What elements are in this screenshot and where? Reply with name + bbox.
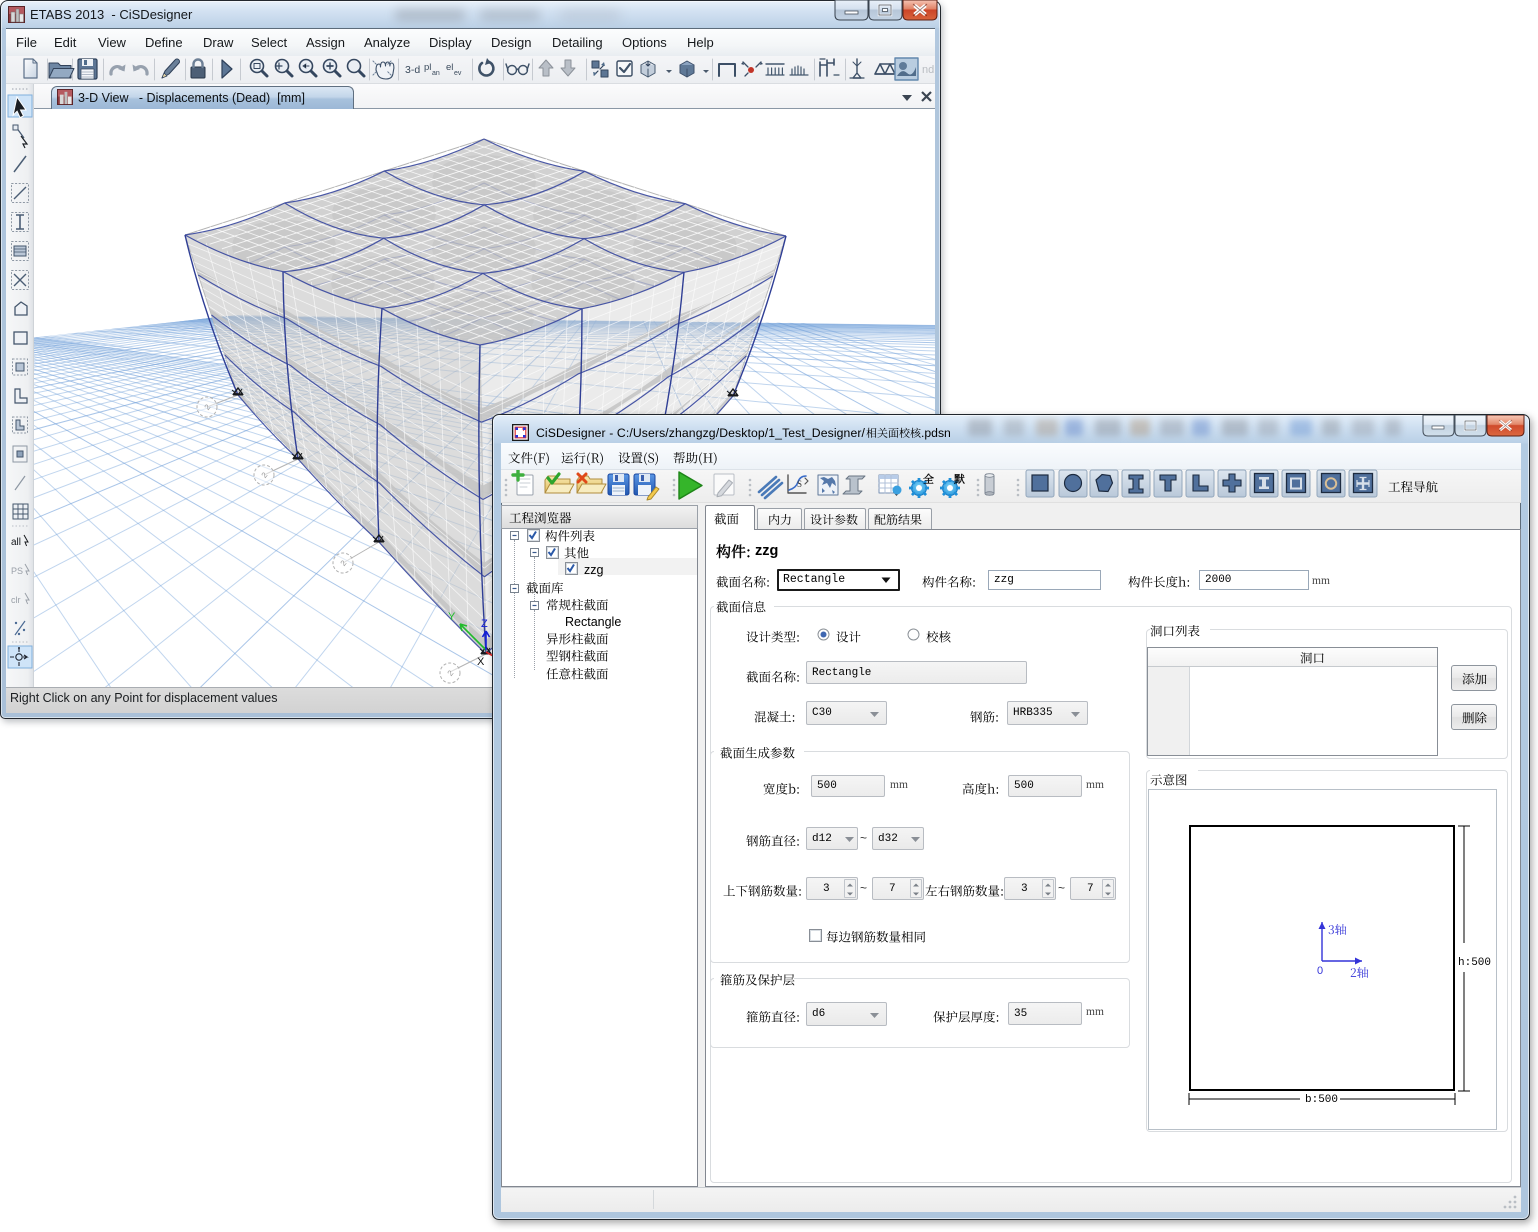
svg-text:ev: ev <box>454 70 462 77</box>
svg-text:3-d: 3-d <box>405 64 420 76</box>
svg-text:clr: clr <box>11 595 21 605</box>
svg-text:Y: Y <box>448 611 456 623</box>
svg-text:el: el <box>446 62 453 73</box>
svg-text:Z: Z <box>481 618 488 630</box>
svg-text:nd: nd <box>922 64 934 76</box>
svg-text:S: S <box>797 479 802 489</box>
svg-text:X: X <box>477 656 485 668</box>
svg-text:PS: PS <box>11 566 23 576</box>
svg-text:all: all <box>11 537 21 548</box>
svg-text:pl: pl <box>424 62 431 73</box>
svg-text:an: an <box>432 70 440 77</box>
